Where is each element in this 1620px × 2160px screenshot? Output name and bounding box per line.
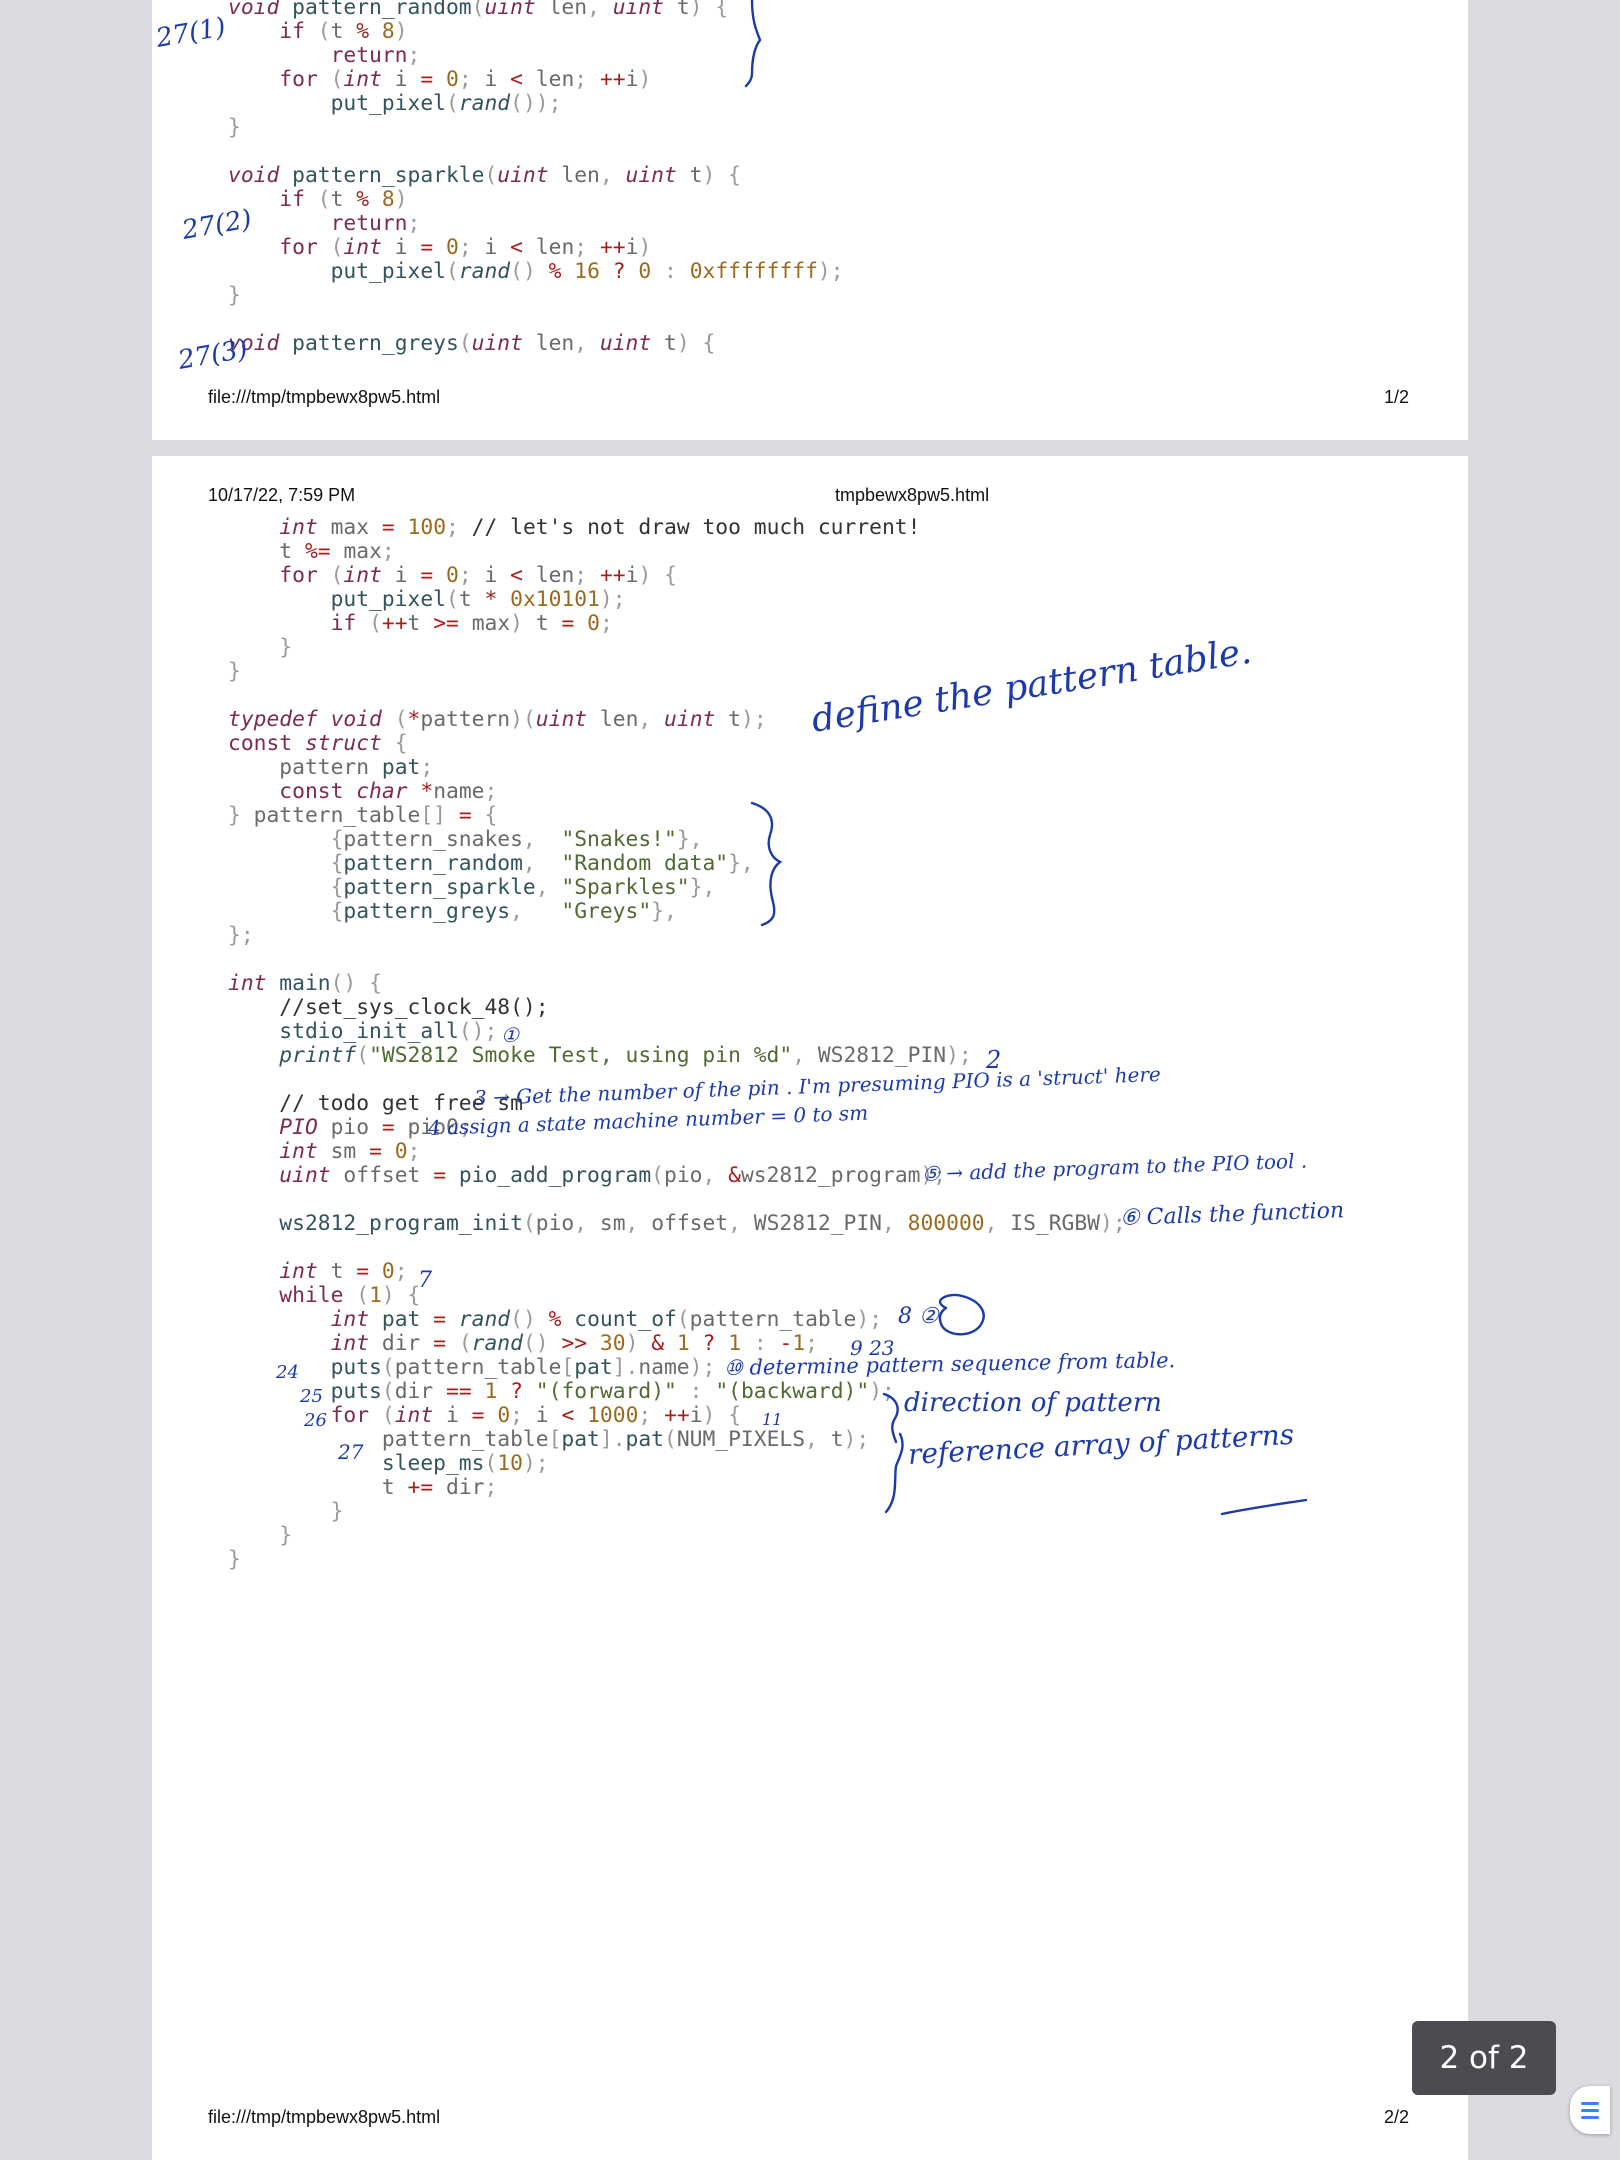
code-line: int max = 100; // let's not draw too muc… — [279, 515, 921, 540]
code-line: } — [279, 1523, 293, 1548]
page-2-footer-url: file:///tmp/tmpbewx8pw5.html — [208, 2107, 441, 2127]
code-line: if (t % 8) — [279, 187, 408, 212]
page-1-footer-page-number: 1/2 — [1384, 387, 1410, 407]
code-line: }; — [228, 923, 254, 948]
code-line: } — [228, 283, 241, 308]
code-line: } — [330, 1499, 344, 1524]
code-line: return; — [330, 43, 421, 68]
code-line: {pattern_random, "Random data"}, — [330, 851, 754, 876]
code-line: pattern pat; — [279, 755, 434, 780]
page-1-footer-url: file:///tmp/tmpbewx8pw5.html — [208, 387, 441, 407]
code-line: {pattern_snakes, "Snakes!"}, — [330, 827, 703, 852]
pdf-page-2: 10/17/22, 7:59 PM tmpbewx8pw5.html int m… — [152, 456, 1468, 2160]
annotation-26: 26 — [304, 1410, 327, 1431]
code-line: ws2812_program_init(pio, sm, offset, WS2… — [279, 1211, 1126, 1236]
code-line: put_pixel(rand()); — [330, 91, 562, 116]
code-line: while (1) { — [279, 1283, 421, 1308]
annotation-27: 27 — [338, 1440, 364, 1464]
code-line: {pattern_greys, "Greys"}, — [330, 899, 677, 924]
code-line: void pattern_random(uint len, uint t) { — [228, 0, 729, 20]
code-line: ​ — [228, 1236, 1126, 1260]
code-line: return; — [330, 211, 421, 236]
code-line: if (++t >= max) t = 0; — [330, 611, 613, 636]
annotation-24: 24 — [276, 1362, 299, 1383]
code-line: void pattern_greys(uint len, uint t) { — [228, 331, 716, 356]
code-line: ​ — [228, 308, 844, 332]
annotation-27-3: 27(3) — [175, 334, 250, 376]
code-line: //set_sys_clock_48(); — [279, 995, 549, 1020]
annotation-direction-of-pattern: direction of pattern — [904, 1388, 1162, 1418]
code-line: } pattern_table[] = { — [228, 803, 498, 828]
annotation-11: 11 — [762, 1410, 783, 1429]
code-line: } — [279, 635, 293, 660]
code-line: const char *name; — [279, 779, 498, 804]
code-line: ​ — [228, 140, 844, 164]
code-line: for (int i = 0; i < len; ++i) — [279, 67, 652, 92]
annotation-7: 7 — [418, 1268, 432, 1293]
page-2-footer-page-number: 2/2 — [1384, 2107, 1410, 2127]
code-line: int main() { — [228, 971, 382, 996]
code-line: for (int i = 0; i < len; ++i) — [279, 235, 652, 260]
annotation-6-calls-function: ⑥ Calls the function — [1119, 1198, 1345, 1231]
code-line: int t = 0; — [279, 1259, 408, 1284]
code-line: if (t % 8) — [279, 19, 408, 44]
code-line: int pat = rand() % count_of(pattern_tabl… — [330, 1307, 883, 1332]
code-block-page-1: void pattern_random(uint len, uint t) { … — [228, 0, 844, 356]
hamburger-menu-icon[interactable] — [1570, 2086, 1610, 2134]
page-2-header-title: tmpbewx8pw5.html — [835, 485, 990, 505]
code-line: } — [228, 1547, 241, 1572]
code-line: const struct { — [228, 731, 408, 756]
page-indicator: 2 of 2 — [1412, 2021, 1556, 2095]
code-line: for (int i = 0; i < len; ++i) { — [279, 563, 677, 588]
code-line: put_pixel(t * 0x10101); — [330, 587, 626, 612]
code-line: void pattern_sparkle(uint len, uint t) { — [228, 163, 741, 188]
code-line: ​ — [228, 948, 1126, 972]
annotation-27-1: 27(1) — [153, 12, 228, 54]
annotation-25: 25 — [300, 1386, 323, 1407]
code-line: } — [228, 115, 241, 140]
code-line: t += dir; — [381, 1475, 498, 1500]
code-line: t %= max; — [279, 539, 395, 564]
code-line: ​ — [228, 1188, 1126, 1212]
pdf-page-1: void pattern_random(uint len, uint t) { … — [152, 0, 1468, 440]
code-line: put_pixel(rand() % 16 ? 0 : 0xffffffff); — [330, 259, 844, 284]
code-line: {pattern_sparkle, "Sparkles"}, — [330, 875, 716, 900]
page-2-header-date: 10/17/22, 7:59 PM — [208, 485, 356, 505]
code-line: stdio_init_all(); — [279, 1019, 498, 1044]
annotation-1: ① — [501, 1023, 519, 1047]
annotation-8: 8 ② — [898, 1304, 939, 1329]
